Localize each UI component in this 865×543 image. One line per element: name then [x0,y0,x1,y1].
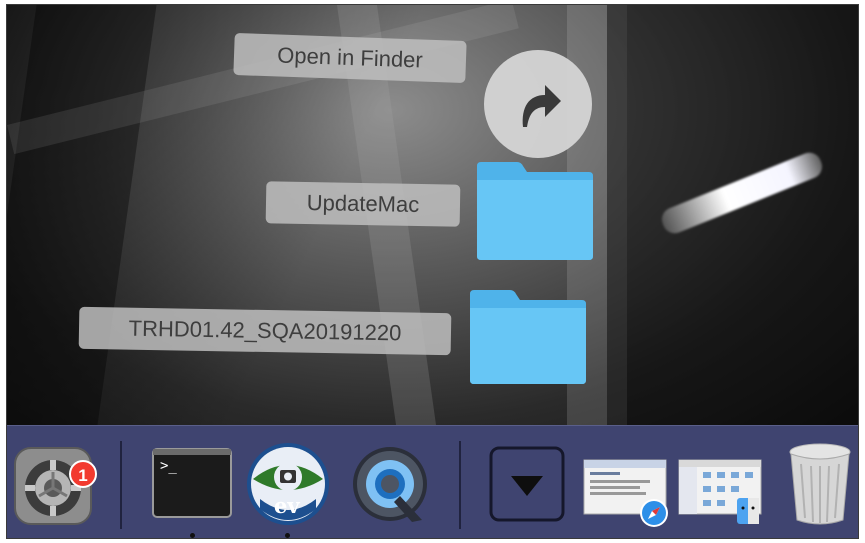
folder-icon[interactable] [466,288,590,386]
running-indicator [285,533,290,538]
dock: 1 >_ ev [7,425,858,538]
system-preferences-app[interactable]: 1 [13,446,97,526]
downloads-stack[interactable] [489,446,565,522]
dock-separator [459,441,461,529]
open-in-finder-label[interactable]: Open in Finder [233,32,467,84]
trash[interactable] [785,440,855,528]
safari-window-thumbnail[interactable] [582,458,672,528]
curved-arrow-icon [522,85,561,127]
chevron-down-icon [489,446,565,522]
trash-icon [789,443,851,525]
finder-window-thumbnail[interactable] [677,458,767,528]
safari-screenshot-icon [583,459,668,527]
terminal-app[interactable]: >_ [152,448,232,518]
open-in-finder-button[interactable] [484,50,592,158]
terminal-prompt: >_ [160,458,177,474]
dock-separator [120,441,122,529]
evocam-app[interactable]: ev [245,441,331,527]
finder-screenshot-icon [678,459,762,524]
evocam-text: ev [274,493,300,518]
running-indicator [190,533,195,538]
screen-frame: Open in Finder UpdateMac TRHD01.42_SQA20… [6,4,859,539]
stack-item-label[interactable]: TRHD01.42_SQA20191220 [78,306,452,356]
folder-icon[interactable] [473,160,597,262]
quicktime-app[interactable] [350,444,430,526]
notification-badge: 1 [69,460,97,488]
quicktime-icon [353,447,427,522]
desktop-wallpaper: Open in Finder UpdateMac TRHD01.42_SQA20… [7,5,858,425]
stack-item-label[interactable]: UpdateMac [265,181,461,227]
